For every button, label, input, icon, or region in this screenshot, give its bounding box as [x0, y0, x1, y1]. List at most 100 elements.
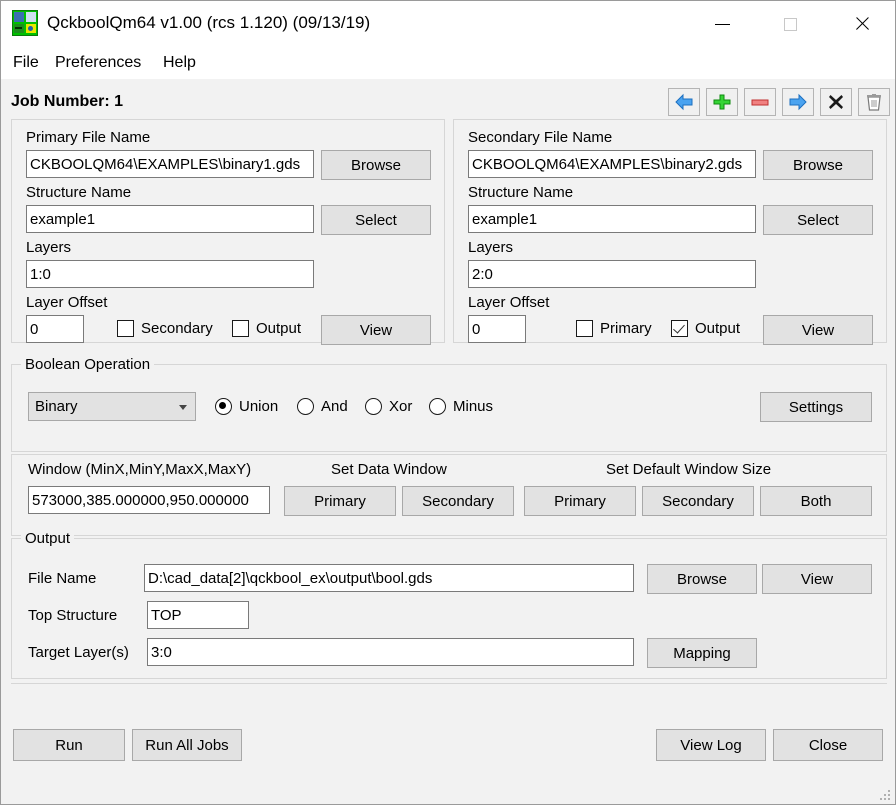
minimize-button[interactable]: [693, 1, 751, 47]
output-file-name-label: File Name: [28, 570, 97, 587]
run-button[interactable]: Run: [13, 729, 125, 761]
set-data-window-secondary-button[interactable]: Secondary: [402, 486, 514, 516]
output-top-structure-label: Top Structure: [28, 607, 118, 624]
chevron-down-icon: [179, 404, 187, 410]
output-target-layers-label: Target Layer(s): [28, 644, 129, 661]
set-default-secondary-button[interactable]: Secondary: [642, 486, 754, 516]
set-default-window-size-label: Set Default Window Size: [606, 461, 772, 478]
primary-layers-input[interactable]: 1:0: [26, 260, 314, 288]
secondary-layers-input[interactable]: 2:0: [468, 260, 756, 288]
primary-layer-offset-label: Layer Offset: [26, 294, 108, 311]
job-number-label: Job Number: 1: [11, 93, 124, 110]
boolean-settings-button[interactable]: Settings: [760, 392, 872, 422]
primary-secondary-checkbox[interactable]: [117, 320, 134, 337]
primary-browse-button[interactable]: Browse: [321, 150, 431, 180]
set-default-primary-button[interactable]: Primary: [524, 486, 636, 516]
secondary-file-name-label: Secondary File Name: [468, 129, 613, 146]
close-button[interactable]: Close: [773, 729, 883, 761]
radio-and[interactable]: [297, 398, 314, 415]
minimize-icon: [714, 23, 730, 25]
primary-select-button[interactable]: Select: [321, 205, 431, 235]
menu-item-file[interactable]: File: [9, 47, 43, 79]
boolean-operation-group: Boolean Operation Binary Union And Xor M…: [11, 356, 887, 452]
app-icon: [12, 10, 38, 36]
footer-divider: [11, 683, 887, 684]
radio-xor[interactable]: [365, 398, 382, 415]
primary-structure-name-input[interactable]: example1: [26, 205, 314, 233]
menu-item-help[interactable]: Help: [159, 47, 200, 79]
secondary-view-button[interactable]: View: [763, 315, 873, 345]
primary-layer-offset-input[interactable]: 0: [26, 315, 84, 343]
output-top-structure-input[interactable]: TOP: [147, 601, 249, 629]
primary-secondary-checkbox-label: Secondary: [141, 320, 213, 337]
secondary-layer-offset-label: Layer Offset: [468, 294, 550, 311]
maximize-button[interactable]: [761, 1, 819, 47]
output-mapping-button[interactable]: Mapping: [647, 638, 757, 668]
main-content: Job Number: 1 Primary File Name CKBOOLQM…: [1, 79, 895, 804]
window-range-label: Window (MinX,MinY,MaxX,MaxY): [28, 461, 252, 478]
radio-union[interactable]: [215, 398, 232, 415]
x-icon: [829, 95, 843, 109]
output-view-button[interactable]: View: [762, 564, 872, 594]
radio-minus-label: Minus: [453, 398, 494, 415]
left-arrow-icon: [675, 93, 693, 111]
job-toolbar: [668, 88, 890, 116]
secondary-browse-button[interactable]: Browse: [763, 150, 873, 180]
output-file-name-input[interactable]: D:\cad_data[2]\qckbool_ex\output\bool.gd…: [144, 564, 634, 592]
maximize-icon: [783, 17, 797, 31]
previous-job-button[interactable]: [668, 88, 700, 116]
boolean-mode-value: Binary: [35, 398, 78, 415]
delete-job-button[interactable]: [858, 88, 890, 116]
run-all-jobs-button[interactable]: Run All Jobs: [132, 729, 242, 761]
trash-icon: [867, 93, 881, 111]
secondary-file-name-input[interactable]: CKBOOLQM64\EXAMPLES\binary2.gds: [468, 150, 756, 178]
close-icon: [854, 16, 870, 32]
next-job-button[interactable]: [782, 88, 814, 116]
remove-job-button[interactable]: [744, 88, 776, 116]
secondary-primary-checkbox[interactable]: [576, 320, 593, 337]
minus-icon: [751, 99, 769, 106]
output-browse-button[interactable]: Browse: [647, 564, 757, 594]
radio-minus[interactable]: [429, 398, 446, 415]
primary-layers-label: Layers: [26, 239, 72, 256]
set-default-both-button[interactable]: Both: [760, 486, 872, 516]
primary-output-checkbox-label: Output: [256, 320, 302, 337]
secondary-output-checkbox[interactable]: [671, 320, 688, 337]
secondary-output-checkbox-label: Output: [695, 320, 741, 337]
right-arrow-icon: [789, 93, 807, 111]
radio-xor-label: Xor: [389, 398, 413, 415]
window-settings-group: Window (MinX,MinY,MaxX,MaxY) 573000,385.…: [11, 454, 887, 536]
secondary-primary-checkbox-label: Primary: [600, 320, 652, 337]
secondary-layers-label: Layers: [468, 239, 514, 256]
output-group: Output File Name D:\cad_data[2]\qckbool_…: [11, 530, 887, 679]
radio-and-label: And: [321, 398, 348, 415]
window-title: QckboolQm64 v1.00 (rcs 1.120) (09/13/19): [47, 13, 371, 32]
window-range-input[interactable]: 573000,385.000000,950.000000: [28, 486, 270, 514]
primary-output-checkbox[interactable]: [232, 320, 249, 337]
primary-file-name-input[interactable]: CKBOOLQM64\EXAMPLES\binary1.gds: [26, 150, 314, 178]
set-data-window-primary-button[interactable]: Primary: [284, 486, 396, 516]
add-job-button[interactable]: [706, 88, 738, 116]
primary-view-button[interactable]: View: [321, 315, 431, 345]
secondary-structure-name-input[interactable]: example1: [468, 205, 756, 233]
title-bar: QckboolQm64 v1.00 (rcs 1.120) (09/13/19): [1, 1, 895, 47]
primary-file-name-label: Primary File Name: [26, 129, 151, 146]
secondary-file-group: Secondary File Name CKBOOLQM64\EXAMPLES\…: [453, 119, 887, 345]
primary-structure-name-label: Structure Name: [26, 184, 132, 201]
plus-icon: [713, 94, 731, 110]
set-data-window-label: Set Data Window: [331, 461, 447, 478]
secondary-layer-offset-input[interactable]: 0: [468, 315, 526, 343]
output-group-title: Output: [21, 530, 75, 547]
boolean-operation-group-title: Boolean Operation: [21, 356, 155, 373]
application-window: QckboolQm64 v1.00 (rcs 1.120) (09/13/19)…: [0, 0, 896, 805]
boolean-mode-select[interactable]: Binary: [28, 392, 196, 421]
output-target-layers-input[interactable]: 3:0: [147, 638, 634, 666]
close-window-button[interactable]: [833, 1, 891, 47]
radio-union-label: Union: [239, 398, 279, 415]
clear-job-button[interactable]: [820, 88, 852, 116]
secondary-select-button[interactable]: Select: [763, 205, 873, 235]
resize-grip[interactable]: [880, 790, 892, 802]
menu-item-preferences[interactable]: Preferences: [51, 47, 145, 79]
view-log-button[interactable]: View Log: [656, 729, 766, 761]
menu-bar: File Preferences Help: [1, 47, 895, 79]
